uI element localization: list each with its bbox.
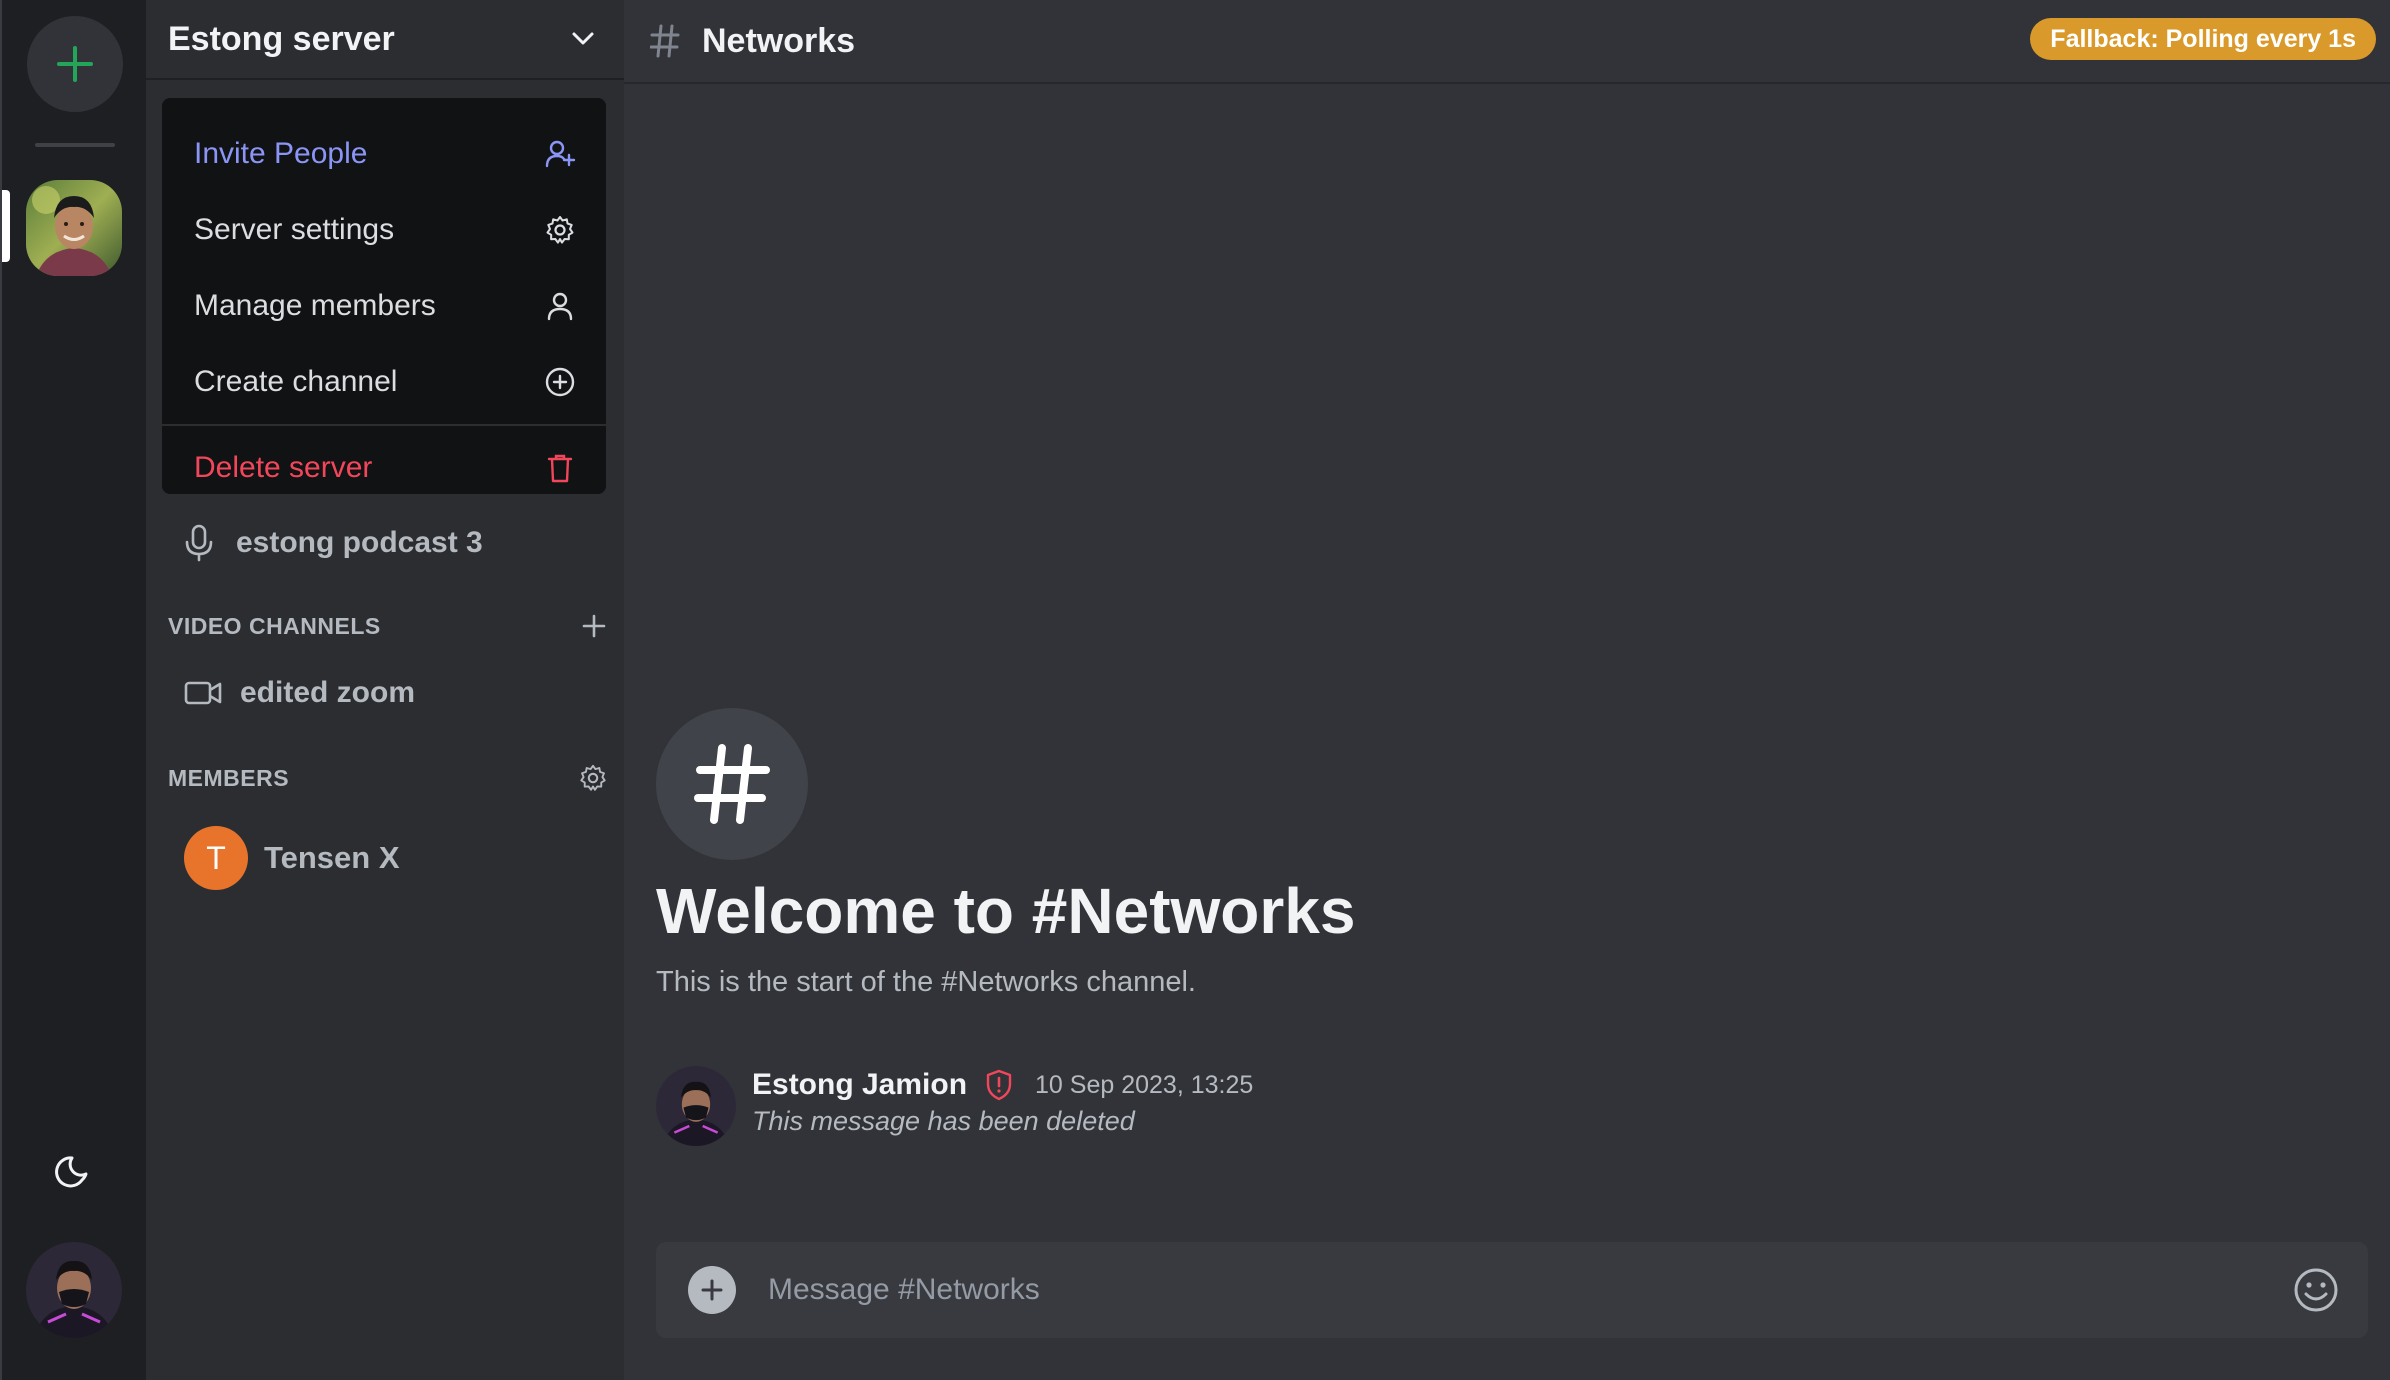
menu-divider [162,424,606,426]
menu-item-label: Server settings [194,213,395,246]
theme-toggle-button[interactable] [52,1150,96,1194]
server-rail [0,0,146,1380]
channel-header: Networks Fallback: Polling every 1s [624,0,2390,84]
member-name: Tensen X [264,840,400,875]
shield-alert-icon [986,1069,1012,1101]
server-header-button[interactable]: Estong server [146,0,624,80]
mic-icon [185,524,213,562]
menu-item-delete-server[interactable]: Delete server [162,430,606,506]
plus-icon [701,1279,723,1301]
message-body: This message has been deleted [752,1106,1135,1136]
message-input[interactable] [768,1273,2292,1307]
menu-item-create-channel[interactable]: Create channel [162,344,606,420]
members-header: MEMBERS [168,758,608,798]
channel-title: Networks [702,21,856,60]
section-title: MEMBERS [168,764,290,791]
menu-item-label: Create channel [194,365,398,398]
server-dropdown-menu: Invite People Server settings Manage mem… [162,98,606,494]
attach-button[interactable] [688,1266,736,1314]
chat-main: Networks Fallback: Polling every 1s Welc… [624,0,2390,1380]
status-badge: Fallback: Polling every 1s [2030,18,2376,60]
active-server-indicator [2,190,10,262]
message-composer [656,1242,2368,1338]
menu-item-label: Delete server [194,451,373,484]
menu-item-label: Manage members [194,289,436,322]
plus-icon [57,46,93,82]
menu-item-server-settings[interactable]: Server settings [162,192,606,268]
hash-icon [650,24,680,58]
user-plus-icon [545,140,576,168]
trash-icon [547,454,573,483]
user-icon [547,292,573,321]
gear-icon[interactable] [578,763,608,793]
emoji-icon[interactable] [2292,1266,2340,1314]
plus-icon[interactable] [580,612,608,640]
section-title: VIDEO CHANNELS [168,612,381,639]
hash-icon [694,744,770,824]
user-avatar[interactable] [26,1242,122,1338]
avatar[interactable] [656,1066,736,1146]
menu-item-manage-members[interactable]: Manage members [162,268,606,344]
plus-circle-icon [545,367,575,397]
channel-name: estong podcast 3 [236,526,483,559]
rail-divider [35,143,115,147]
menu-item-label: Invite People [194,137,368,170]
message-header: Estong Jamion 10 Sep 2023, 13:25 [752,1068,1253,1102]
video-channels-header: VIDEO CHANNELS [168,606,608,646]
message-timestamp: 10 Sep 2023, 13:25 [1035,1070,1254,1099]
message-author[interactable]: Estong Jamion [752,1068,967,1102]
message-item: Estong Jamion 10 Sep 2023, 13:25 This me… [656,1066,2356,1146]
welcome-subtitle: This is the start of the #Networks chann… [656,966,1196,998]
welcome-title: Welcome to #Networks [656,875,1356,947]
channel-welcome-icon [656,708,808,860]
add-server-button[interactable] [27,16,123,112]
moon-icon [55,1156,88,1188]
member-item[interactable]: T Tensen X [184,826,400,890]
video-icon [184,681,222,705]
channel-name: edited zoom [240,676,416,709]
member-avatar: T [184,826,248,890]
video-channel-edited-zoom[interactable]: edited zoom [184,668,415,718]
menu-item-invite-people[interactable]: Invite People [162,116,606,192]
channel-sidebar: Estong server Invite People Server setti… [146,0,624,1380]
server-name: Estong server [168,19,395,58]
voice-channel-estong-podcast[interactable]: estong podcast 3 [184,518,483,568]
server-icon[interactable] [26,180,122,276]
chevron-down-icon [572,32,594,45]
gear-icon [546,216,574,244]
